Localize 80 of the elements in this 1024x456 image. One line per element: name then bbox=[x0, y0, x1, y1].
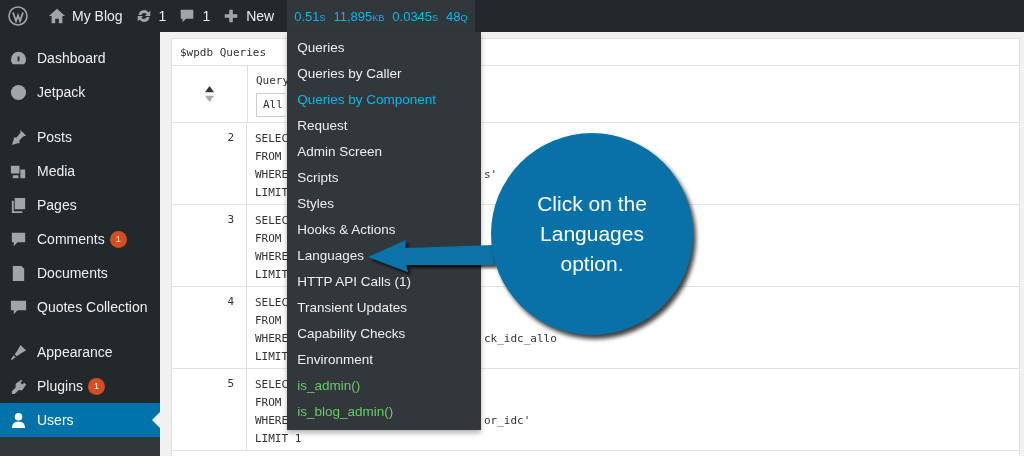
row-number: 2 bbox=[172, 123, 247, 204]
sql-line: FROM bbox=[255, 313, 282, 327]
menu-item[interactable]: Queries by Caller bbox=[287, 61, 412, 87]
menu-label: Quotes Collection bbox=[37, 299, 148, 315]
menu-label: Pages bbox=[37, 197, 77, 213]
menu-item[interactable]: is_blog_admin() bbox=[287, 399, 404, 425]
menu-label: Users bbox=[37, 412, 74, 428]
sidebar-item[interactable]: Media bbox=[0, 154, 160, 188]
query-monitor-stat[interactable]: 48q bbox=[446, 8, 468, 24]
panel-title: $wpdb Queries bbox=[180, 45, 267, 59]
sidebar-item[interactable]: Jetpack bbox=[0, 75, 160, 109]
query-monitor-stat[interactable]: 0.0345s bbox=[392, 8, 439, 24]
sql-line: SELEC bbox=[255, 213, 289, 227]
sql-line: SELEC bbox=[255, 131, 289, 145]
menu-label: Documents bbox=[37, 265, 108, 281]
menu-label: Plugins bbox=[37, 378, 83, 394]
sql-line: SELEC bbox=[255, 377, 289, 391]
sql-line: LIMIT bbox=[255, 267, 289, 281]
sql-line: SELEC bbox=[255, 295, 289, 309]
row-number: 4 bbox=[172, 287, 247, 368]
sidebar-item[interactable]: Documents bbox=[0, 256, 160, 290]
sort-icon[interactable] bbox=[204, 85, 215, 103]
sql-line: FROM bbox=[255, 149, 282, 163]
wordpress-logo-icon[interactable] bbox=[8, 6, 28, 26]
menu-item[interactable]: Queries bbox=[287, 35, 355, 61]
menu-item[interactable]: Environment bbox=[287, 347, 383, 373]
sql-line: WHERE bbox=[255, 331, 289, 345]
updates-link[interactable]: 1 bbox=[128, 0, 173, 32]
menu-label: Comments bbox=[37, 231, 105, 247]
sql-line: FROM bbox=[255, 395, 282, 409]
menu-item[interactable]: Styles bbox=[287, 191, 344, 217]
sql-line: LIMIT bbox=[255, 349, 289, 363]
sidebar-item[interactable]: Plugins 1 bbox=[0, 369, 160, 403]
sql-line: WHERE bbox=[255, 249, 289, 263]
callout-text: Click on the Languages option. bbox=[536, 191, 648, 277]
sidebar-item[interactable]: Pages bbox=[0, 188, 160, 222]
menu-label: Jetpack bbox=[37, 84, 86, 100]
filter-select[interactable]: All bbox=[256, 93, 285, 117]
menu-label: Posts bbox=[37, 129, 72, 145]
home-icon bbox=[48, 7, 66, 25]
menu-item[interactable]: Queries by Component bbox=[287, 87, 446, 113]
sql-line: WHERE bbox=[255, 167, 289, 181]
menu-item[interactable]: Capability Checks bbox=[287, 321, 416, 347]
row-number: 5 bbox=[172, 369, 247, 450]
row-number: 3 bbox=[172, 205, 247, 286]
menu-item[interactable]: Hooks & Actions bbox=[287, 217, 406, 243]
user-icon bbox=[9, 410, 28, 430]
sql-line: ck_idc_allo bbox=[484, 331, 557, 345]
sidebar-item[interactable]: Quotes Collection bbox=[0, 290, 160, 324]
sql-line: LIMIT 1 bbox=[255, 431, 302, 445]
new-link[interactable]: New bbox=[216, 0, 281, 32]
menu-item[interactable]: Admin Screen bbox=[287, 139, 392, 165]
count-badge: 1 bbox=[109, 230, 127, 248]
site-link[interactable]: My Blog bbox=[42, 0, 129, 32]
count-badge: 1 bbox=[87, 377, 105, 395]
comments-link[interactable]: 1 bbox=[172, 0, 217, 32]
query-monitor-stat[interactable]: 0.51s bbox=[294, 8, 326, 24]
sql-line: or_idc' bbox=[484, 413, 531, 427]
pages-icon bbox=[9, 195, 28, 215]
query-monitor-stat[interactable]: 11,895kb bbox=[333, 8, 385, 24]
menu-item[interactable]: HTTP API Calls (1) bbox=[287, 269, 421, 295]
menu-item[interactable]: Request bbox=[287, 113, 358, 139]
sql-line: FROM bbox=[255, 231, 282, 245]
sql-line: s' bbox=[484, 167, 498, 181]
column-heading: Query bbox=[256, 73, 290, 89]
sidebar-item[interactable]: Appearance bbox=[0, 335, 160, 369]
sidebar-item[interactable]: Dashboard bbox=[0, 41, 160, 75]
menu-item[interactable]: Scripts bbox=[287, 165, 349, 191]
menu-item[interactable]: is_admin() bbox=[287, 373, 371, 399]
menu-label: Appearance bbox=[37, 344, 113, 360]
menu-label: Media bbox=[37, 163, 76, 179]
sql-line: WHERE bbox=[255, 413, 289, 427]
menu-item[interactable]: Transient Updates bbox=[287, 295, 417, 321]
menu-label: Dashboard bbox=[37, 50, 106, 66]
menu-item[interactable]: Languages bbox=[287, 243, 374, 269]
pointer-icon bbox=[152, 412, 160, 428]
sidebar-item[interactable]: Users bbox=[0, 403, 160, 437]
sidebar-item[interactable]: Posts bbox=[0, 120, 160, 154]
sql-line: LIMIT bbox=[255, 185, 289, 199]
sidebar-item[interactable]: Comments 1 bbox=[0, 222, 160, 256]
